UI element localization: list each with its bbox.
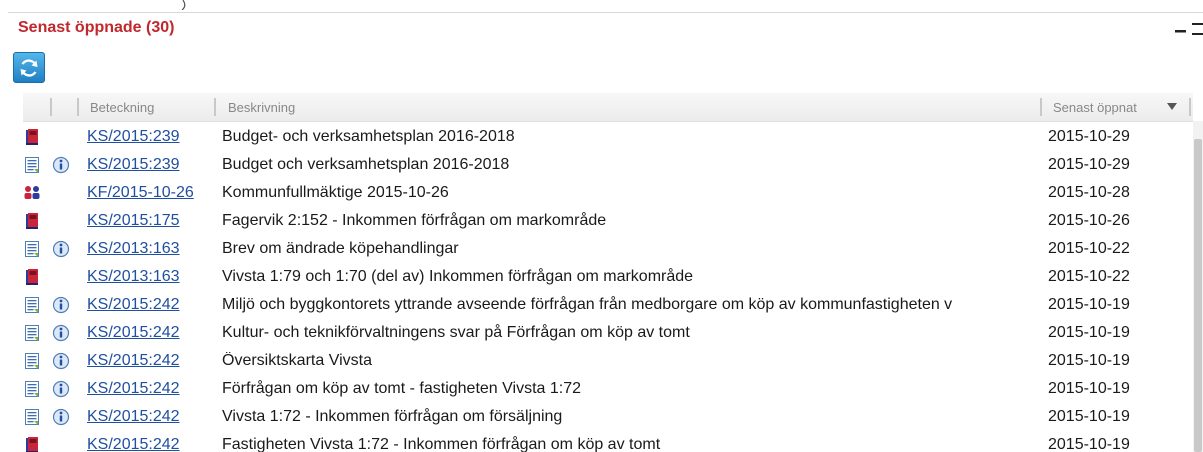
case-number-link[interactable]: KS/2015:242 — [87, 296, 180, 314]
table-row[interactable]: KS/2013:163 Brev om ändrade köpehandlinga… — [23, 235, 1193, 263]
recent-items-grid: Beteckning Beskrivning Senast öppnat KS/… — [23, 93, 1193, 452]
description-cell: Miljö och byggkontorets yttrande avseend… — [222, 296, 953, 313]
table-row[interactable]: KS/2013:163 Vivsta 1:79 och 1:70 (del av)… — [23, 263, 1193, 291]
grid-body: KS/2015:239 Budget- och verksamhetsplan 2… — [23, 123, 1193, 452]
info-icon[interactable] — [52, 380, 70, 398]
description-cell: Vivsta 1:72 - Inkommen förfrågan om förs… — [222, 408, 563, 425]
description-cell: Budget och verksamhetsplan 2016-2018 — [222, 156, 510, 173]
case-number-link[interactable]: KS/2015:242 — [87, 408, 180, 426]
table-row[interactable]: KS/2015:242 Fastigheten Vivsta 1:72 - Ink… — [23, 431, 1193, 452]
column-header-beteckning[interactable]: Beteckning — [90, 100, 154, 115]
top-divider — [8, 12, 1203, 13]
date-cell: 2015-10-22 — [1048, 268, 1130, 285]
date-cell: 2015-10-19 — [1048, 324, 1130, 341]
date-cell: 2015-10-29 — [1048, 128, 1130, 145]
maximize-icon[interactable] — [1192, 23, 1203, 35]
date-cell: 2015-10-19 — [1048, 436, 1130, 452]
case-folder-icon — [23, 268, 41, 286]
table-row[interactable]: KS/2015:242 Miljö och byggkontorets yttra… — [23, 291, 1193, 319]
document-icon — [23, 156, 41, 174]
minimize-icon[interactable] — [1175, 30, 1186, 33]
description-cell: Förfrågan om köp av tomt - fastigheten V… — [222, 380, 581, 397]
description-cell: Översiktskarta Vivsta — [222, 352, 372, 369]
case-number-link[interactable]: KF/2015-10-26 — [87, 184, 194, 202]
table-row[interactable]: KS/2015:242 Kultur- och teknikförvaltning… — [23, 319, 1193, 347]
case-number-link[interactable]: KS/2013:163 — [87, 268, 180, 286]
description-cell: Kommunfullmäktige 2015-10-26 — [222, 184, 449, 201]
refresh-icon — [20, 59, 38, 77]
case-folder-icon — [23, 212, 41, 230]
grid-header: Beteckning Beskrivning Senast öppnat — [23, 93, 1193, 122]
table-row[interactable]: KS/2015:242 Översiktskarta Vivsta 2015-10-… — [23, 347, 1193, 375]
case-number-link[interactable]: KS/2015:239 — [87, 156, 180, 174]
top-edge-mark — [181, 0, 186, 10]
table-row[interactable]: KS/2015:242 Vivsta 1:72 - Inkommen förfrå… — [23, 403, 1193, 431]
document-icon — [23, 240, 41, 258]
document-icon — [23, 324, 41, 342]
panel-controls — [1175, 23, 1203, 35]
document-icon — [23, 296, 41, 314]
info-icon[interactable] — [52, 156, 70, 174]
case-folder-icon — [23, 436, 41, 452]
description-cell: Kultur- och teknikförvaltningens svar på… — [222, 324, 690, 341]
column-separator[interactable] — [214, 98, 216, 116]
case-number-link[interactable]: KS/2015:175 — [87, 212, 180, 230]
info-icon[interactable] — [52, 296, 70, 314]
sort-descending-icon[interactable] — [1167, 103, 1177, 110]
table-row[interactable]: KS/2015:239 Budget- och verksamhetsplan 2… — [23, 123, 1193, 151]
panel-title: Senast öppnade (30) — [18, 19, 175, 36]
column-separator[interactable] — [77, 98, 79, 116]
table-row[interactable]: KF/2015-10-26 Kommunfullmäktige 2015-10-2… — [23, 179, 1193, 207]
meeting-icon — [23, 184, 41, 202]
case-number-link[interactable]: KS/2015:239 — [87, 128, 180, 146]
description-cell: Fastigheten Vivsta 1:72 - Inkommen förfr… — [222, 436, 661, 452]
case-number-link[interactable]: KS/2013:163 — [87, 240, 180, 258]
date-cell: 2015-10-22 — [1048, 240, 1130, 257]
vertical-scrollbar[interactable] — [1193, 121, 1203, 452]
date-cell: 2015-10-26 — [1048, 212, 1130, 229]
date-cell: 2015-10-19 — [1048, 296, 1130, 313]
date-cell: 2015-10-19 — [1048, 352, 1130, 369]
table-row[interactable]: KS/2015:242 Förfrågan om köp av tomt - fa… — [23, 375, 1193, 403]
table-row[interactable]: KS/2015:175 Fagervik 2:152 - Inkommen för… — [23, 207, 1193, 235]
document-icon — [23, 408, 41, 426]
description-cell: Vivsta 1:79 och 1:70 (del av) Inkommen f… — [222, 268, 694, 285]
date-cell: 2015-10-19 — [1048, 408, 1130, 425]
column-separator[interactable] — [50, 98, 52, 116]
date-cell: 2015-10-19 — [1048, 380, 1130, 397]
date-cell: 2015-10-28 — [1048, 184, 1130, 201]
date-cell: 2015-10-29 — [1048, 156, 1130, 173]
description-cell: Budget- och verksamhetsplan 2016-2018 — [222, 128, 515, 145]
info-icon[interactable] — [52, 240, 70, 258]
column-separator[interactable] — [1040, 98, 1042, 116]
table-row[interactable]: KS/2015:239 Budget och verksamhetsplan 20… — [23, 151, 1193, 179]
info-icon[interactable] — [52, 352, 70, 370]
column-separator[interactable] — [1189, 98, 1191, 116]
case-number-link[interactable]: KS/2015:242 — [87, 352, 180, 370]
info-icon[interactable] — [52, 324, 70, 342]
column-header-senast-oppnat[interactable]: Senast öppnat — [1053, 100, 1137, 115]
document-icon — [23, 380, 41, 398]
case-folder-icon — [23, 128, 41, 146]
description-cell: Brev om ändrade köpehandlingar — [222, 240, 459, 257]
case-number-link[interactable]: KS/2015:242 — [87, 324, 180, 342]
case-number-link[interactable]: KS/2015:242 — [87, 380, 180, 398]
document-icon — [23, 352, 41, 370]
description-cell: Fagervik 2:152 - Inkommen förfrågan om m… — [222, 212, 607, 229]
info-icon[interactable] — [52, 408, 70, 426]
case-number-link[interactable]: KS/2015:242 — [87, 436, 180, 452]
scrollbar-thumb[interactable] — [1194, 139, 1202, 452]
refresh-button[interactable] — [13, 52, 45, 83]
column-header-beskrivning[interactable]: Beskrivning — [228, 100, 295, 115]
